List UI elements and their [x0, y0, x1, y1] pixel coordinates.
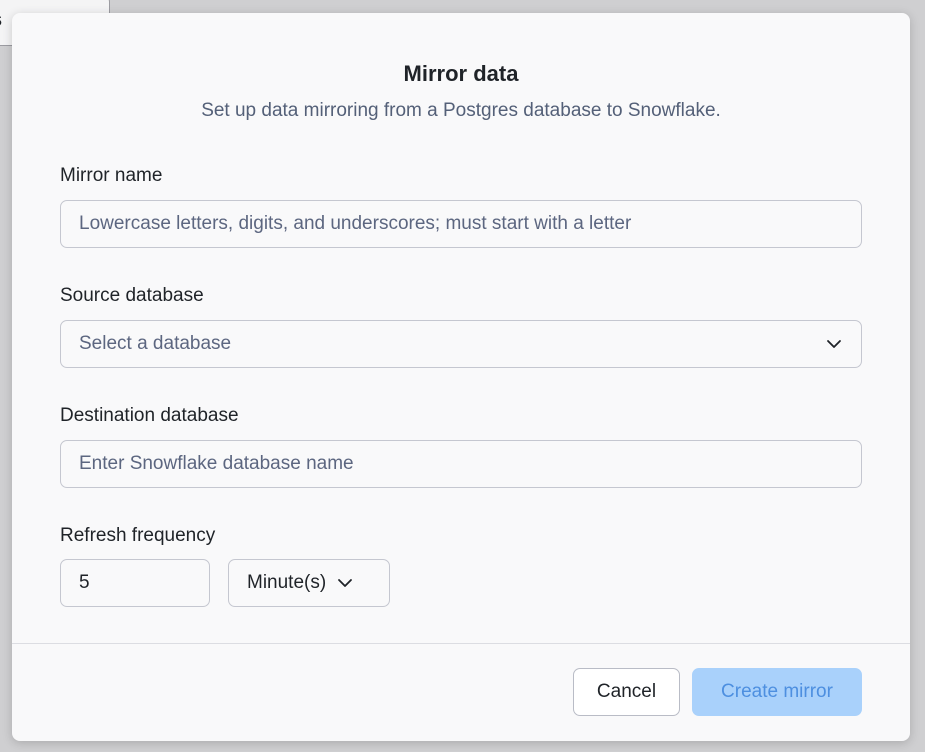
destination-database-input[interactable] [60, 440, 862, 488]
refresh-unit-value: Minute(s) [247, 572, 327, 593]
source-database-label: Source database [60, 285, 204, 306]
cancel-button[interactable]: Cancel [573, 668, 680, 716]
refresh-frequency-input[interactable] [60, 559, 210, 607]
dialog-title: Mirror data [403, 61, 519, 86]
footer-divider [12, 643, 910, 644]
source-database-placeholder: Select a database [79, 333, 232, 354]
chevron-down-icon [827, 340, 841, 348]
create-mirror-button[interactable]: Create mirror [692, 668, 862, 716]
source-database-select[interactable]: Select a database [60, 320, 862, 368]
destination-database-label: Destination database [60, 405, 239, 426]
refresh-frequency-label: Refresh frequency [60, 525, 216, 546]
mirror-name-label: Mirror name [60, 165, 163, 186]
mirror-name-input[interactable] [60, 200, 862, 248]
mirror-data-dialog: Mirror data Set up data mirroring from a… [12, 13, 910, 741]
refresh-unit-select[interactable]: Minute(s) [228, 559, 390, 607]
dialog-subtitle: Set up data mirroring from a Postgres da… [201, 100, 721, 121]
chevron-down-icon [338, 579, 353, 587]
background-tab-text: s [0, 9, 2, 32]
